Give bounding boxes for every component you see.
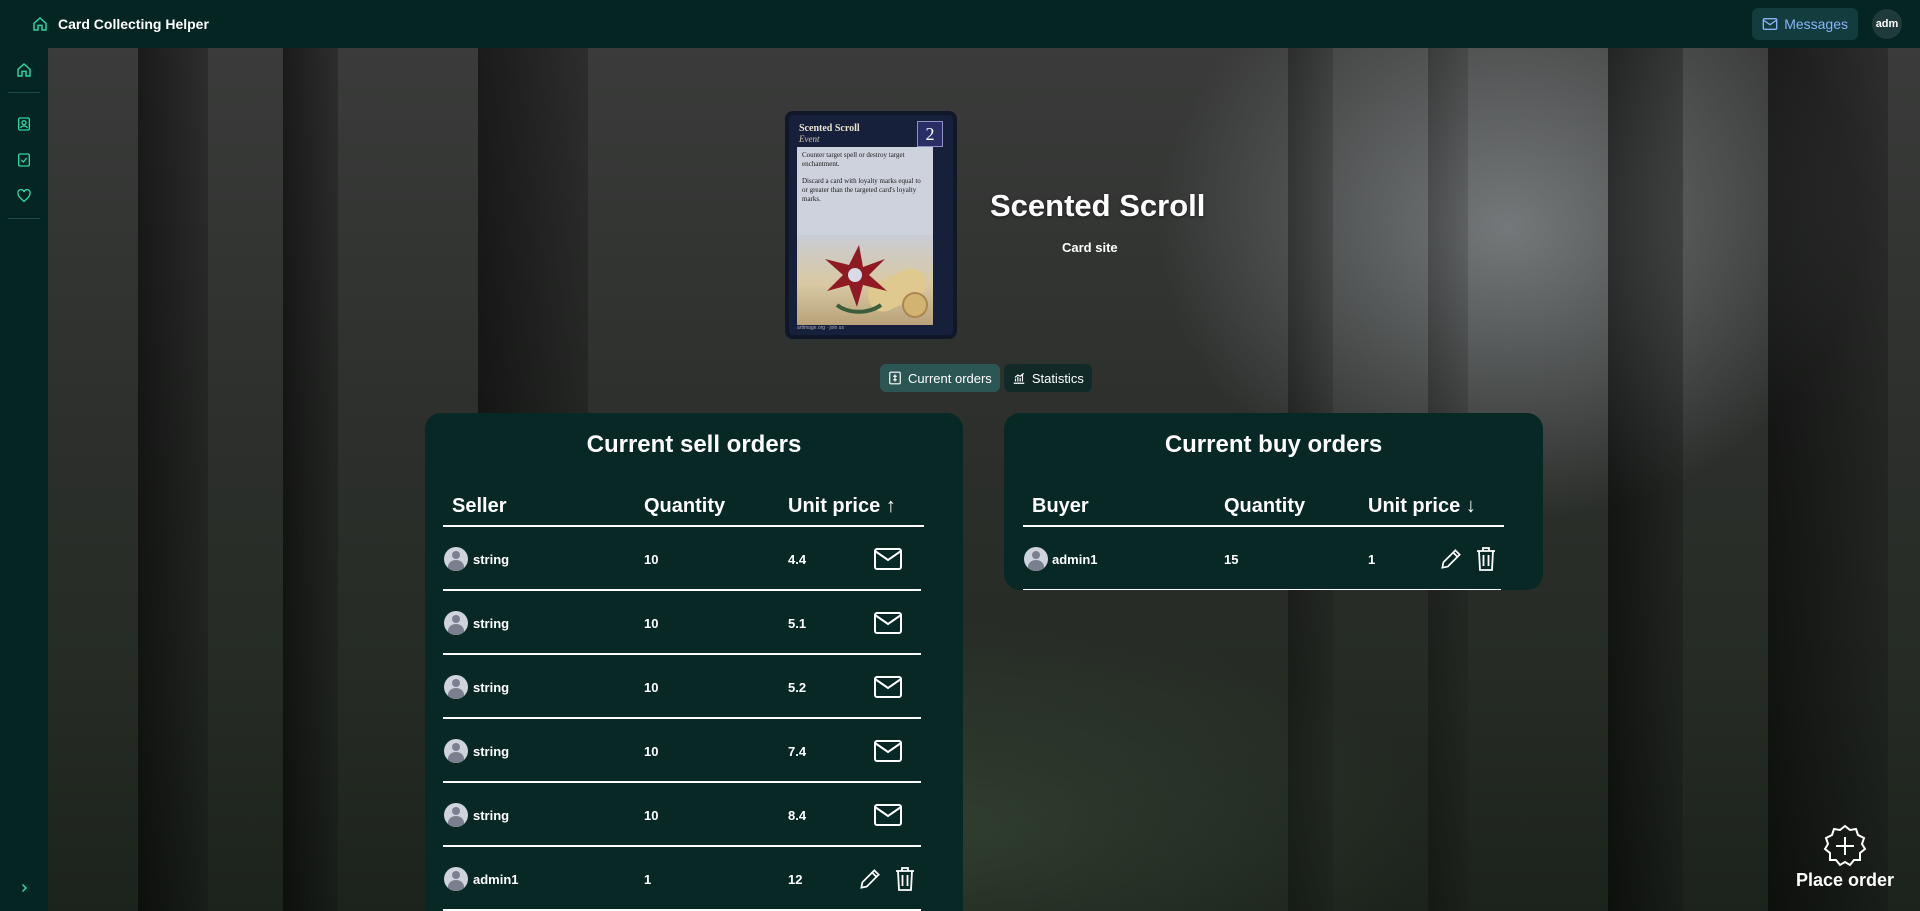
card-rules-line: Discard a card with loyalty marks equal … bbox=[802, 177, 921, 203]
card-footer: artimage.org · join us bbox=[797, 325, 844, 331]
sidebar-collection-icon[interactable] bbox=[14, 114, 34, 134]
user-initials: adm bbox=[1875, 18, 1899, 30]
tab-label: Current orders bbox=[908, 370, 992, 386]
chart-icon bbox=[1013, 372, 1025, 384]
table-row: string 10 5.1 bbox=[425, 591, 963, 655]
card-site-link[interactable]: Card site bbox=[1062, 240, 1118, 255]
seller-name: string bbox=[473, 616, 510, 631]
quantity: 10 bbox=[644, 552, 659, 567]
card-image-title: Scented Scroll bbox=[799, 123, 860, 134]
tabs: Current orders Statistics bbox=[880, 364, 1092, 392]
quantity: 10 bbox=[644, 680, 659, 695]
unit-price-label: Unit price bbox=[788, 495, 881, 517]
orders-icon bbox=[889, 371, 901, 385]
unit-price: 5.1 bbox=[788, 616, 807, 631]
sell-orders-title: Current sell orders bbox=[586, 431, 802, 458]
sidebar-checklist-icon[interactable] bbox=[14, 150, 34, 170]
buyer-name: admin1 bbox=[1052, 552, 1098, 567]
plus-icon bbox=[1823, 824, 1867, 868]
home-icon bbox=[33, 17, 47, 31]
messages-label: Messages bbox=[1784, 16, 1848, 32]
seller-name: string bbox=[473, 680, 510, 695]
table-row: admin1 1 12 bbox=[425, 847, 963, 911]
card-title: Scented Scroll bbox=[990, 188, 1206, 223]
tab-label: Statistics bbox=[1031, 370, 1084, 386]
delete-icon[interactable] bbox=[893, 864, 917, 894]
unit-price: 5.2 bbox=[788, 680, 807, 695]
message-icon[interactable] bbox=[873, 673, 903, 701]
expand-sidebar-icon[interactable] bbox=[14, 878, 34, 898]
table-row: admin1 15 1 bbox=[1004, 527, 1543, 590]
quantity: 10 bbox=[644, 744, 659, 759]
column-buyer: Buyer bbox=[1032, 495, 1089, 517]
app-title: Card Collecting Helper bbox=[58, 16, 209, 32]
card-image-type: Event bbox=[799, 134, 820, 144]
card-rules-text: Counter target spell or destroy target e… bbox=[797, 147, 933, 235]
column-seller: Seller bbox=[452, 495, 507, 517]
column-quantity: Quantity bbox=[644, 495, 726, 517]
sort-descending-icon: ↓ bbox=[1465, 495, 1476, 517]
sell-orders-panel: Current sell orders Seller Quantity Unit… bbox=[425, 413, 963, 911]
avatar bbox=[444, 803, 468, 827]
sidebar-home-icon[interactable] bbox=[14, 60, 34, 80]
edit-icon[interactable] bbox=[855, 864, 885, 894]
row-divider bbox=[1023, 589, 1501, 590]
card-image: Scented Scroll Event 2 Counter target sp… bbox=[785, 111, 957, 339]
place-order-label: Place order bbox=[1795, 870, 1895, 890]
sidebar-divider bbox=[8, 92, 40, 93]
avatar bbox=[444, 739, 468, 763]
avatar bbox=[444, 675, 468, 699]
place-order-button[interactable]: Place order bbox=[1780, 824, 1910, 891]
unit-price: 12 bbox=[788, 872, 803, 887]
messages-button[interactable]: Messages bbox=[1752, 8, 1858, 40]
unit-price: 8.4 bbox=[788, 808, 807, 823]
tab-statistics[interactable]: Statistics bbox=[1003, 364, 1092, 392]
sort-ascending-icon: ↑ bbox=[885, 495, 896, 517]
mail-icon bbox=[1762, 18, 1778, 30]
sidebar-divider bbox=[8, 218, 40, 219]
edit-icon[interactable] bbox=[1436, 544, 1466, 574]
tab-current-orders[interactable]: Current orders bbox=[880, 364, 1000, 392]
seller-name: admin1 bbox=[473, 872, 519, 887]
buy-orders-title: Current buy orders bbox=[1164, 431, 1383, 458]
seller-name: string bbox=[473, 552, 510, 567]
sidebar bbox=[0, 48, 48, 911]
table-row: string 10 5.2 bbox=[425, 655, 963, 719]
seller-name: string bbox=[473, 808, 510, 823]
card-art bbox=[797, 235, 933, 325]
table-row: string 10 7.4 bbox=[425, 719, 963, 783]
message-icon[interactable] bbox=[873, 609, 903, 637]
user-avatar[interactable]: adm bbox=[1872, 9, 1902, 39]
sidebar-heart-icon[interactable] bbox=[14, 186, 34, 206]
quantity: 10 bbox=[644, 808, 659, 823]
unit-price-label: Unit price bbox=[1368, 495, 1461, 517]
unit-price: 1 bbox=[1368, 552, 1376, 567]
table-row: string 10 8.4 bbox=[425, 783, 963, 847]
quantity: 15 bbox=[1224, 552, 1239, 567]
avatar bbox=[444, 547, 468, 571]
column-unit-price[interactable]: Unit price ↓ bbox=[1368, 495, 1476, 518]
message-icon[interactable] bbox=[873, 737, 903, 765]
message-icon[interactable] bbox=[873, 545, 903, 573]
column-unit-price[interactable]: Unit price ↑ bbox=[788, 495, 896, 518]
top-bar: Card Collecting Helper Messages adm bbox=[0, 0, 1920, 48]
forest-background bbox=[48, 48, 1920, 911]
column-quantity: Quantity bbox=[1224, 495, 1306, 517]
unit-price: 7.4 bbox=[788, 744, 807, 759]
quantity: 1 bbox=[644, 872, 652, 887]
avatar bbox=[444, 867, 468, 891]
buy-orders-panel: Current buy orders Buyer Quantity Unit p… bbox=[1004, 413, 1543, 590]
brand[interactable]: Card Collecting Helper bbox=[32, 16, 209, 32]
avatar bbox=[1024, 547, 1048, 571]
table-row: string 10 4.4 bbox=[425, 527, 963, 591]
delete-icon[interactable] bbox=[1474, 544, 1498, 574]
message-icon[interactable] bbox=[873, 801, 903, 829]
quantity: 10 bbox=[644, 616, 659, 631]
seller-name: string bbox=[473, 744, 510, 759]
unit-price: 4.4 bbox=[788, 552, 807, 567]
card-rules-line: Counter target spell or destroy target e… bbox=[802, 151, 905, 168]
avatar bbox=[444, 611, 468, 635]
card-cost: 2 bbox=[917, 121, 943, 147]
